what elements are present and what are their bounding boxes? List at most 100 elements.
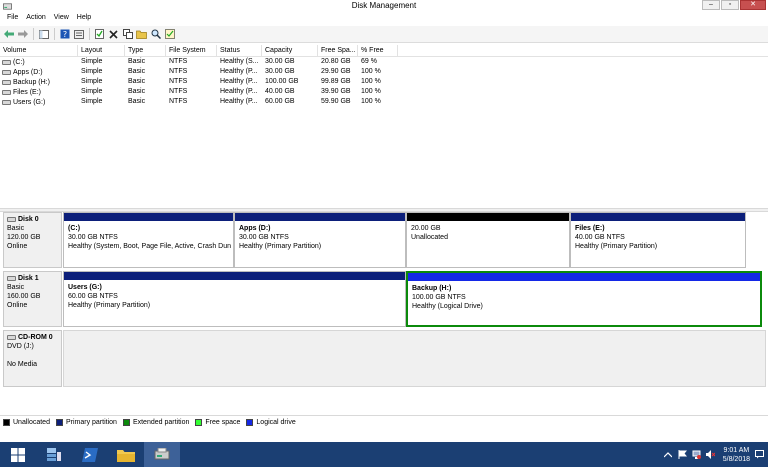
volume-name: Files (E:): [13, 89, 41, 96]
free-space-cell: 29.90 GB: [321, 68, 351, 75]
cdrom-row: CD-ROM 0 DVD (J:) No Media: [0, 330, 768, 387]
cdrom-info[interactable]: CD-ROM 0 DVD (J:) No Media: [3, 330, 62, 387]
menu-action[interactable]: Action: [23, 13, 50, 25]
layout-cell: Simple: [81, 88, 103, 95]
copy-button[interactable]: [121, 28, 134, 41]
volume-name: Users (G:): [13, 99, 46, 106]
partition-h[interactable]: Backup (H:) 100.00 GB NTFS Healthy (Logi…: [406, 271, 762, 327]
search-button[interactable]: [149, 28, 162, 41]
partition-c[interactable]: (C:) 30.00 GB NTFS Healthy (System, Boot…: [63, 212, 234, 268]
disk-1-info[interactable]: Disk 1 Basic 160.00 GB Online: [3, 271, 62, 327]
column-percent-free[interactable]: % Free: [358, 45, 398, 56]
open-button[interactable]: [135, 28, 148, 41]
check-button[interactable]: [93, 28, 106, 41]
column-volume[interactable]: Volume: [0, 45, 78, 56]
unallocated-space[interactable]: 20.00 GB Unallocated: [406, 212, 570, 268]
partition-d[interactable]: Apps (D:) 30.00 GB NTFS Healthy (Primary…: [234, 212, 406, 268]
close-button[interactable]: ✕: [740, 0, 766, 10]
legend-label: Unallocated: [13, 418, 50, 426]
start-button[interactable]: [0, 442, 36, 467]
column-free-space[interactable]: Free Spa...: [318, 45, 358, 56]
cdrom-icon: [7, 335, 16, 340]
taskbar-clock[interactable]: 9:01 AM 5/8/2018: [723, 446, 750, 464]
flag-tray-button[interactable]: [678, 450, 687, 459]
powershell-button[interactable]: [72, 442, 108, 467]
partition-size: 20.00 GB: [411, 225, 441, 232]
chevron-up-icon: [664, 451, 673, 457]
back-button[interactable]: [2, 28, 15, 41]
volume-name: Apps (D:): [13, 69, 43, 76]
table-row[interactable]: Files (E:) Simple Basic NTFS Healthy (P.…: [0, 87, 768, 97]
table-row[interactable]: Backup (H:) Simple Basic NTFS Healthy (P…: [0, 77, 768, 87]
file-system-cell: NTFS: [169, 88, 188, 95]
file-system-cell: NTFS: [169, 78, 188, 85]
column-status[interactable]: Status: [217, 45, 262, 56]
partition-e[interactable]: Files (E:) 40.00 GB NTFS Healthy (Primar…: [570, 212, 746, 268]
properties-button[interactable]: [72, 28, 85, 41]
file-explorer-button[interactable]: [108, 442, 144, 467]
file-system-cell: NTFS: [169, 68, 188, 75]
menu-file[interactable]: File: [4, 13, 23, 25]
server-manager-button[interactable]: [36, 442, 72, 467]
status-cell: Healthy (P...: [220, 78, 258, 85]
network-icon: [692, 450, 701, 459]
table-row[interactable]: (C:) Simple Basic NTFS Healthy (S... 30.…: [0, 57, 768, 67]
show-hidden-icons-button[interactable]: [664, 450, 673, 459]
delete-button[interactable]: [107, 28, 120, 41]
clock-time: 9:01 AM: [723, 446, 750, 454]
column-capacity[interactable]: Capacity: [262, 45, 318, 56]
partition-size: 100.00 GB NTFS: [412, 294, 466, 301]
help-icon: ?: [60, 29, 69, 39]
taskbar: 9:01 AM 5/8/2018: [0, 442, 768, 467]
back-arrow-icon: [3, 30, 14, 38]
free-space-cell: 20.80 GB: [321, 58, 351, 65]
server-manager-icon: [47, 447, 61, 461]
logical-drive-bar: [408, 273, 760, 281]
column-type[interactable]: Type: [125, 45, 166, 56]
network-tray-button[interactable]: [692, 450, 701, 459]
speaker-muted-icon: [705, 450, 715, 459]
copy-icon: [122, 29, 133, 39]
partition-status: Healthy (Primary Partition): [575, 243, 658, 250]
capacity-cell: 60.00 GB: [265, 98, 295, 105]
partition-size: 30.00 GB NTFS: [68, 234, 118, 241]
notifications-button[interactable]: [755, 450, 764, 459]
system-tray: 9:01 AM 5/8/2018: [664, 442, 764, 467]
legend-logical: Logical drive: [246, 418, 296, 426]
free-space-cell: 59.90 GB: [321, 98, 351, 105]
title-bar: Disk Management – ▫ ✕: [0, 0, 768, 13]
windows-logo-icon: [11, 447, 25, 462]
magnifier-icon: [151, 29, 161, 39]
disk-size: 160.00 GB: [7, 293, 41, 300]
partition-name: Users (G:): [68, 284, 102, 291]
column-layout[interactable]: Layout: [78, 45, 125, 56]
volume-tray-button[interactable]: [705, 450, 715, 459]
settings-button[interactable]: [163, 28, 176, 41]
partition-size: 60.00 GB NTFS: [68, 293, 118, 300]
minimize-button[interactable]: –: [702, 0, 720, 10]
notification-icon: [755, 450, 764, 459]
disk-icon: [7, 217, 16, 222]
percent-free-cell: 100 %: [361, 78, 381, 85]
column-file-system[interactable]: File System: [166, 45, 217, 56]
table-row[interactable]: Apps (D:) Simple Basic NTFS Healthy (P..…: [0, 67, 768, 77]
disk-0-info[interactable]: Disk 0 Basic 120.00 GB Online: [3, 212, 62, 268]
legend-primary: Primary partition: [55, 418, 117, 426]
percent-free-cell: 100 %: [361, 88, 381, 95]
drive-icon: [2, 90, 11, 95]
legend-swatch: [195, 418, 203, 426]
table-row[interactable]: Users (G:) Simple Basic NTFS Healthy (P.…: [0, 97, 768, 107]
console-tree-button[interactable]: [37, 28, 50, 41]
forward-button[interactable]: [16, 28, 29, 41]
partition-g[interactable]: Users (G:) 60.00 GB NTFS Healthy (Primar…: [63, 271, 406, 327]
volume-name: (C:): [13, 59, 25, 66]
help-button[interactable]: ?: [58, 28, 71, 41]
type-cell: Basic: [128, 88, 146, 95]
disk-management-taskbar-button[interactable]: [144, 442, 180, 467]
maximize-button[interactable]: ▫: [721, 0, 739, 10]
cdrom-empty-area: [63, 330, 766, 387]
layout-cell: Simple: [81, 68, 103, 75]
disk-0-row: Disk 0 Basic 120.00 GB Online (C:) 30.00…: [0, 212, 768, 268]
menu-view[interactable]: View: [51, 13, 74, 25]
menu-help[interactable]: Help: [74, 13, 96, 25]
